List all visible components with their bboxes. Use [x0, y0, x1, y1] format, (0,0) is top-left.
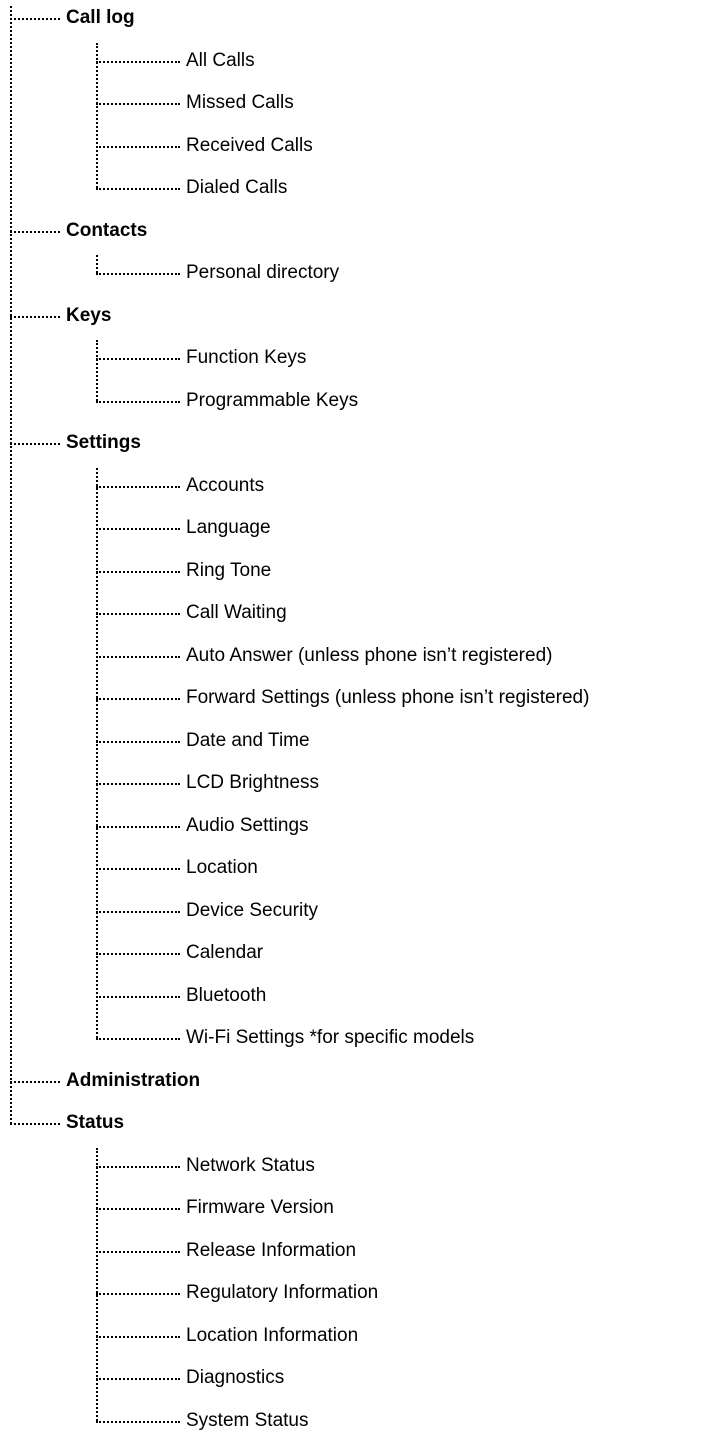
connector-lcd-brightness: [96, 783, 180, 785]
node-forward-settings-unless-phone-isn-t-registered: Forward Settings (unless phone isn’t reg…: [186, 687, 590, 708]
branch-line-contacts: [96, 255, 98, 273]
connector-wi-fi-settings-for-specific-models: [96, 1038, 180, 1040]
node-call-waiting: Call Waiting: [186, 602, 287, 623]
node-auto-answer-unless-phone-isn-t-registered: Auto Answer (unless phone isn’t register…: [186, 644, 553, 666]
node-contacts: Contacts: [66, 219, 148, 241]
connector-personal-directory: [96, 273, 180, 275]
node-language: Language: [186, 517, 271, 538]
node-administration: Administration: [66, 1069, 201, 1091]
connector-network-status: [96, 1165, 180, 1168]
connector-programmable-keys: [96, 400, 180, 403]
node-bluetooth: Bluetooth: [186, 984, 267, 1006]
connector-call-waiting: [96, 613, 180, 615]
node-personal-directory: Personal directory: [186, 262, 340, 283]
connector-location-information: [96, 1335, 180, 1338]
node-audio-settings: Audio Settings: [186, 814, 309, 836]
connector-dialed-calls: [96, 188, 180, 190]
node-programmable-keys: Programmable Keys: [186, 389, 359, 411]
menu-tree-diagram: Call log All Calls Missed Calls Received Ca…: [0, 0, 704, 1431]
connector-missed-calls: [96, 103, 180, 105]
connector-system-status: [96, 1420, 180, 1423]
connector-contacts: [10, 230, 60, 233]
node-received-calls: Received Calls: [186, 134, 313, 156]
node-date-and-time: Date and Time: [186, 729, 310, 751]
node-wi-fi-settings-for-specific-models: Wi-Fi Settings *for specific models: [186, 1027, 475, 1048]
connector-call-log: [10, 18, 60, 20]
node-status: Status: [66, 1112, 125, 1133]
connector-regulatory-information: [96, 1293, 180, 1295]
connector-date-and-time: [96, 740, 180, 743]
connector-release-information: [96, 1250, 180, 1253]
connector-calendar: [96, 953, 180, 955]
trunk-line: [10, 6, 12, 1124]
connector-received-calls: [96, 145, 180, 148]
branch-line-call-log: [96, 42, 98, 188]
connector-location: [96, 868, 180, 870]
connector-audio-settings: [96, 825, 180, 828]
connector-ring-tone: [96, 570, 180, 573]
node-accounts: Accounts: [186, 474, 265, 496]
node-location: Location: [186, 857, 258, 878]
connector-settings: [10, 443, 60, 445]
connector-accounts: [96, 485, 180, 488]
connector-forward-settings-unless-phone-isn-t-registered: [96, 698, 180, 700]
connector-keys: [10, 315, 60, 318]
node-keys: Keys: [66, 304, 112, 326]
node-calendar: Calendar: [186, 942, 264, 963]
node-device-security: Device Security: [186, 899, 318, 921]
node-network-status: Network Status: [186, 1154, 315, 1176]
node-dialed-calls: Dialed Calls: [186, 177, 288, 198]
connector-device-security: [96, 910, 180, 913]
connector-firmware-version: [96, 1208, 180, 1210]
connector-language: [96, 528, 180, 530]
node-missed-calls: Missed Calls: [186, 92, 294, 113]
connector-administration: [10, 1080, 60, 1083]
node-regulatory-information: Regulatory Information: [186, 1282, 379, 1303]
node-settings: Settings: [66, 432, 141, 453]
connector-function-keys: [96, 358, 180, 360]
node-location-information: Location Information: [186, 1324, 359, 1346]
node-all-calls: All Calls: [186, 49, 255, 71]
node-call-log: Call log: [66, 7, 135, 28]
node-lcd-brightness: LCD Brightness: [186, 772, 320, 793]
node-ring-tone: Ring Tone: [186, 559, 272, 581]
connector-bluetooth: [96, 995, 180, 998]
connector-auto-answer-unless-phone-isn-t-registered: [96, 655, 180, 658]
node-diagnostics: Diagnostics: [186, 1367, 285, 1388]
connector-all-calls: [96, 60, 180, 63]
node-release-information: Release Information: [186, 1239, 357, 1261]
connector-status: [10, 1123, 60, 1125]
node-function-keys: Function Keys: [186, 347, 307, 368]
connector-diagnostics: [96, 1378, 180, 1380]
node-firmware-version: Firmware Version: [186, 1197, 334, 1218]
node-system-status: System Status: [186, 1409, 309, 1431]
branch-line-keys: [96, 340, 98, 401]
